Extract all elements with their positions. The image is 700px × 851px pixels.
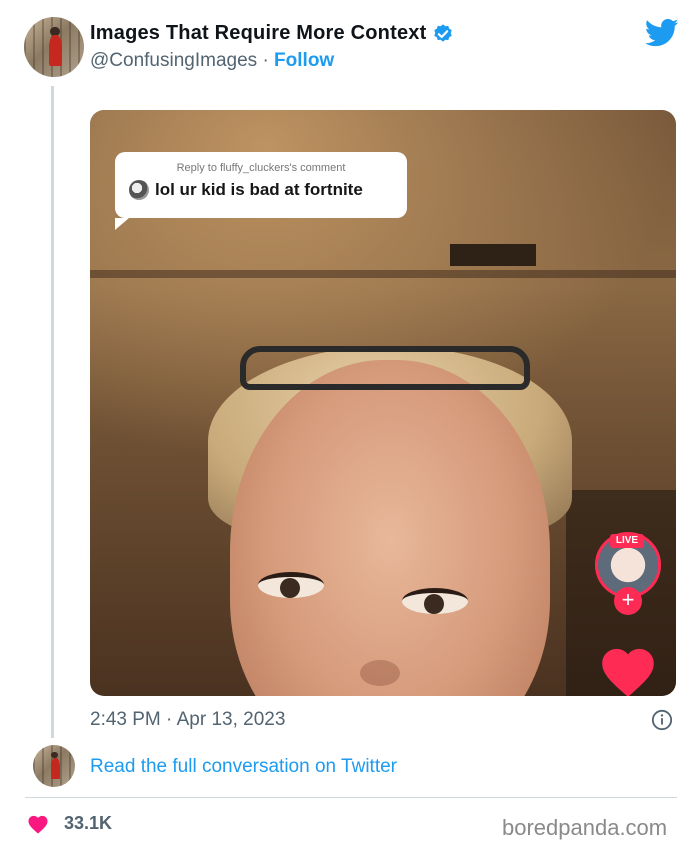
reply-text: lol ur kid is bad at fortnite (155, 180, 363, 199)
wall-vent (450, 244, 536, 266)
info-icon[interactable] (651, 709, 673, 731)
divider (25, 797, 677, 798)
reply-body: lol ur kid is bad at fortnite (129, 180, 393, 200)
right-eye (402, 588, 468, 614)
follow-button[interactable]: Follow (274, 50, 334, 71)
sunglasses-on-head (240, 346, 530, 390)
read-conversation-link[interactable]: Read the full conversation on Twitter (90, 756, 397, 778)
site-watermark: boredpanda.com (502, 815, 668, 840)
reply-avatar[interactable] (33, 745, 75, 787)
tiktok-heart-icon (602, 648, 654, 696)
reply-header: Reply to fluffy_cluckers's comment (176, 162, 346, 174)
follow-plus-icon: + (614, 587, 642, 615)
left-eye (258, 572, 324, 598)
separator-dot: · (262, 50, 269, 71)
thread-line (51, 86, 54, 738)
commenter-avatar-icon (129, 180, 149, 200)
author-avatar[interactable] (24, 17, 84, 77)
author-name[interactable]: Images That Require More Context (90, 22, 454, 45)
tweet-media-image[interactable]: Reply to fluffy_cluckers's comment lol u… (90, 110, 676, 696)
live-badge: LIVE (610, 534, 644, 548)
like-heart-icon[interactable] (27, 814, 49, 834)
tiktok-reply-bubble: Reply to fluffy_cluckers's comment lol u… (115, 152, 407, 230)
author-handle-row: @ConfusingImages · Follow (90, 50, 334, 72)
verified-badge-icon (434, 23, 453, 42)
author-name-text: Images That Require More Context (90, 22, 427, 44)
twitter-bird-icon[interactable] (645, 18, 679, 48)
like-count[interactable]: 33.1K (64, 813, 112, 834)
tweet-timestamp[interactable]: 2:43 PM · Apr 13, 2023 (90, 709, 285, 731)
author-handle[interactable]: @ConfusingImages (90, 50, 257, 71)
nose (360, 660, 400, 686)
